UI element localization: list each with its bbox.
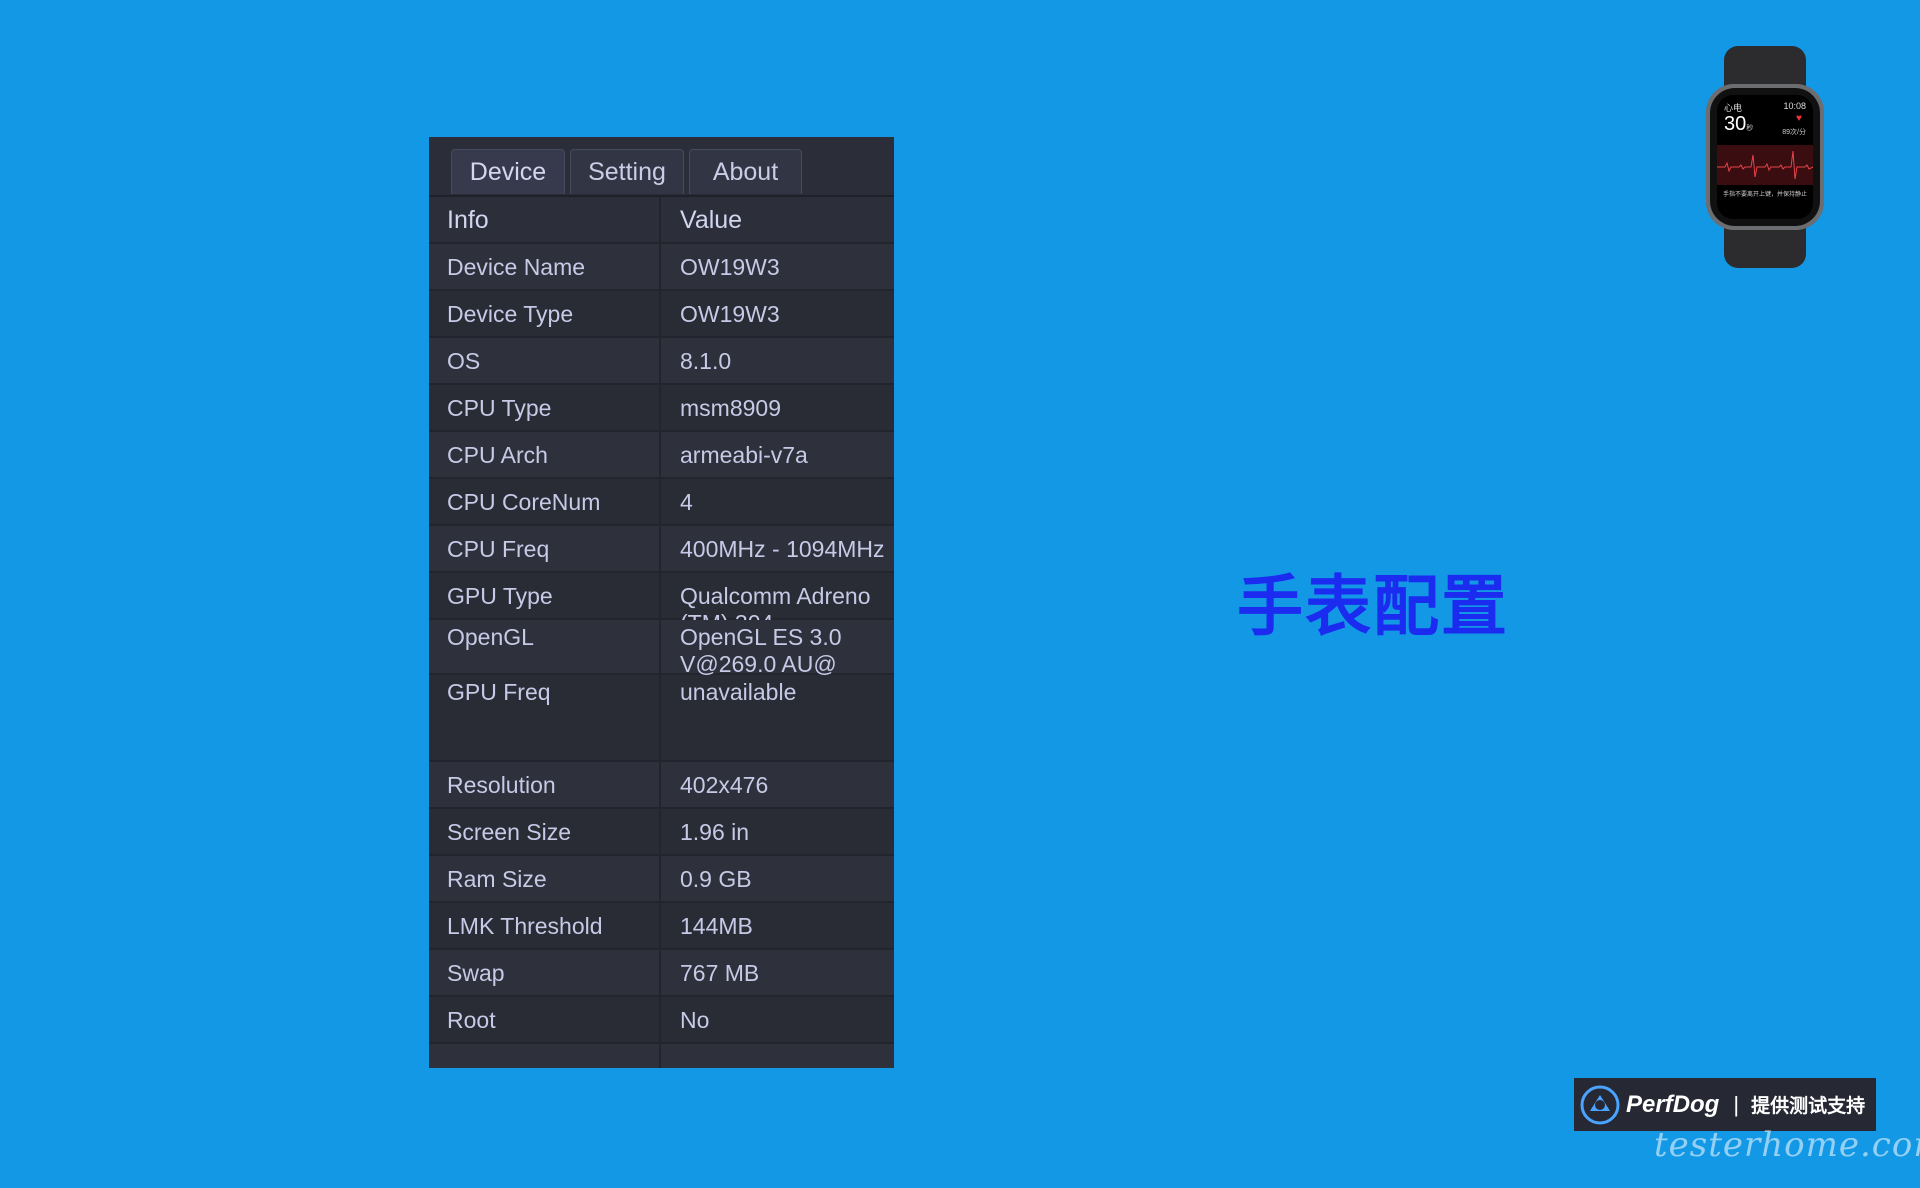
table-row[interactable]: OpenGL OpenGL ES 3.0 V@269.0 AU@ (GIT@Ibc…	[429, 620, 894, 704]
table-row[interactable]: Swap 767 MB	[429, 950, 894, 997]
table-row[interactable]: CPU Type msm8909	[429, 385, 894, 432]
watch-bpm: 89次/分	[1782, 129, 1806, 136]
value-cell: OW19W3	[680, 301, 780, 327]
device-info-panel: Device Setting About Info Value Device N…	[429, 137, 894, 1068]
table-row[interactable]: CPU CoreNum 4	[429, 479, 894, 526]
table-row[interactable]: Device Type OW19W3	[429, 291, 894, 338]
ecg-waveform	[1717, 145, 1813, 185]
table-header-row: Info Value	[429, 197, 894, 244]
testerhome-watermark: testerhome.com	[1654, 1125, 1920, 1165]
table-row[interactable]: GPU Type Qualcomm Adreno (TM) 304	[429, 573, 894, 636]
column-header-value[interactable]: Value	[661, 197, 894, 242]
tab-about[interactable]: About	[689, 149, 802, 194]
value-cell: 0.9 GB	[680, 866, 752, 892]
value-cell	[661, 1044, 894, 1068]
value-cell: msm8909	[680, 395, 781, 421]
smartwatch-image: 心电 10:08 30秒 ♥ 89次/分 手指不要离开上键，并保持静止	[1702, 46, 1828, 268]
perfdog-slogan: 提供测试支持	[1751, 1096, 1866, 1117]
perfdog-logo-icon	[1580, 1085, 1620, 1124]
table-row[interactable]: OS 8.1.0	[429, 338, 894, 385]
table-row[interactable]: CPU Arch armeabi-v7a	[429, 432, 894, 479]
value-cell: 144MB	[680, 913, 753, 939]
info-cell: CPU CoreNum	[429, 479, 661, 524]
table-row[interactable]: Device Name OW19W3	[429, 244, 894, 291]
table-row[interactable]: CPU Freq 400MHz - 1094MHz	[429, 526, 894, 573]
info-cell: GPU Freq	[429, 675, 661, 760]
tab-setting[interactable]: Setting	[570, 149, 684, 194]
info-cell: LMK Threshold	[429, 903, 661, 948]
info-cell: Root	[429, 997, 661, 1042]
info-cell	[429, 1044, 661, 1068]
value-cell: armeabi-v7a	[680, 442, 808, 468]
value-cell: 8.1.0	[680, 348, 732, 374]
page-title: 手表配置	[1237, 568, 1509, 645]
value-cell: OpenGL ES 3.0 V@269.0 AU@ (GIT@Ibc8110c4…	[680, 624, 887, 704]
table-row[interactable]: Root No	[429, 997, 894, 1044]
table-row[interactable]: Resolution 402x476	[429, 762, 894, 809]
table-row[interactable]: Ram Size 0.9 GB	[429, 856, 894, 903]
info-cell: Swap	[429, 950, 661, 995]
heart-icon: ♥	[1796, 113, 1802, 124]
info-cell: CPU Arch	[429, 432, 661, 477]
value-cell: 4	[680, 489, 693, 515]
value-cell: 402x476	[680, 772, 769, 798]
watch-countdown-value: 30	[1724, 113, 1747, 135]
badge-separator: |	[1733, 1091, 1740, 1117]
info-cell: Device Name	[429, 244, 661, 289]
info-cell: Screen Size	[429, 809, 661, 854]
info-cell: OpenGL	[429, 620, 661, 673]
info-cell: CPU Type	[429, 385, 661, 430]
info-cell: Ram Size	[429, 856, 661, 901]
watch-time: 10:08	[1783, 101, 1806, 111]
watch-screen: 心电 10:08 30秒 ♥ 89次/分 手指不要离开上键，并保持静止	[1717, 95, 1813, 219]
perfdog-badge: PerfDog | 提供测试支持	[1574, 1078, 1876, 1131]
device-info-table: Info Value Device Name OW19W3 Device Type O…	[429, 197, 894, 1068]
value-cell: No	[680, 1007, 710, 1033]
value-cell: OW19W3	[680, 254, 780, 280]
value-cell: 767 MB	[680, 960, 760, 986]
info-cell: OS	[429, 338, 661, 383]
info-cell: Resolution	[429, 762, 661, 807]
table-row[interactable]: GPU Freq unavailable	[429, 675, 894, 762]
value-cell: Qualcomm Adreno (TM) 304	[680, 583, 871, 636]
info-cell: CPU Freq	[429, 526, 661, 571]
watch-tip: 手指不要离开上键，并保持静止	[1722, 192, 1807, 198]
watch-countdown: 30秒	[1724, 113, 1753, 136]
value-cell: unavailable	[680, 679, 797, 705]
tab-bar: Device Setting About	[429, 137, 894, 197]
table-row[interactable]: Screen Size 1.96 in	[429, 809, 894, 856]
info-cell: Device Type	[429, 291, 661, 336]
tab-device[interactable]: Device	[451, 149, 565, 194]
value-cell: 400MHz - 1094MHz	[680, 536, 885, 562]
watch-countdown-unit: 秒	[1746, 125, 1754, 132]
perfdog-brand: PerfDog	[1626, 1090, 1720, 1118]
column-header-info[interactable]: Info	[429, 197, 661, 242]
table-row[interactable]: LMK Threshold 144MB	[429, 903, 894, 950]
info-cell: GPU Type	[429, 573, 661, 618]
value-cell: 1.96 in	[680, 819, 750, 845]
table-row[interactable]	[429, 1044, 894, 1068]
